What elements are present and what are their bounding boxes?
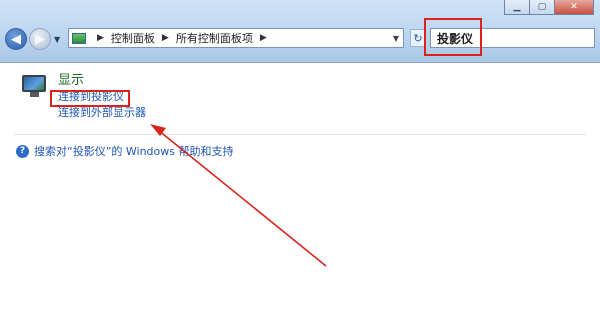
breadcrumb-separator-icon[interactable]: ▶: [97, 33, 104, 43]
result-title[interactable]: 显示: [58, 73, 146, 89]
results-pane: 显示 连接到投影仪 连接到外部显示器 ? 搜索对“投影仪”的 Windows 帮…: [0, 63, 600, 315]
refresh-icon[interactable]: ↻: [410, 29, 426, 47]
breadcrumb-all-items[interactable]: 所有控制面板项: [176, 30, 253, 46]
address-dropdown-icon[interactable]: ▼: [393, 34, 399, 43]
address-bar[interactable]: ▶ 控制面板 ▶ 所有控制面板项 ▶ ▼: [68, 28, 404, 48]
window-controls: ▁ ▢ ✕: [504, 0, 594, 16]
connect-external-display-link[interactable]: 连接到外部显示器: [58, 105, 146, 121]
breadcrumb-separator-icon[interactable]: ▶: [162, 33, 169, 43]
control-panel-icon: [72, 32, 86, 44]
help-search-link[interactable]: 搜索对“投影仪”的 Windows 帮助和支持: [34, 143, 234, 159]
maximize-button[interactable]: ▢: [529, 0, 555, 15]
help-search-row[interactable]: ? 搜索对“投影仪”的 Windows 帮助和支持: [16, 143, 234, 159]
breadcrumb-control-panel[interactable]: 控制面板: [111, 30, 155, 46]
back-icon[interactable]: ◀: [5, 28, 27, 50]
recent-pages-dropdown-icon[interactable]: ▼: [54, 35, 60, 44]
close-button[interactable]: ✕: [554, 0, 594, 15]
forward-icon[interactable]: ▶: [29, 28, 51, 50]
help-icon: ?: [16, 144, 29, 158]
window-chrome: ▁ ▢ ✕ ◀ ▶ ▼ ▶ 控制面板 ▶ 所有控制面板项 ▶ ▼ ↻ 投影仪: [0, 0, 600, 63]
result-display: 显示 连接到投影仪 连接到外部显示器: [22, 73, 146, 121]
search-input-value: 投影仪: [437, 31, 474, 46]
search-input[interactable]: 投影仪: [430, 28, 595, 48]
monitor-icon[interactable]: [22, 73, 48, 99]
breadcrumb-separator-icon[interactable]: ▶: [260, 33, 267, 43]
minimize-button[interactable]: ▁: [504, 0, 530, 15]
navigation-buttons: ◀ ▶ ▼: [5, 26, 60, 52]
connect-to-projector-link[interactable]: 连接到投影仪: [58, 89, 146, 105]
divider: [14, 134, 586, 135]
